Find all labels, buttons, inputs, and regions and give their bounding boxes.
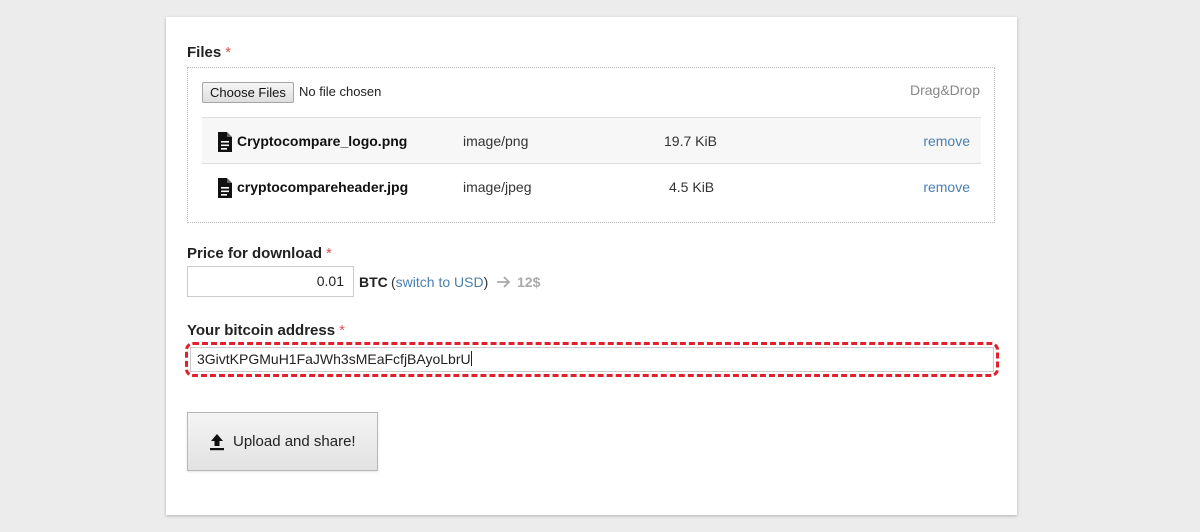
arrow-right-icon bbox=[497, 276, 511, 288]
price-input[interactable]: 0.01 bbox=[187, 266, 354, 297]
bitcoin-address-value: 3GivtKPGMuH1FaJWh3sMEaFcfjBAyoLbrU bbox=[197, 351, 471, 367]
switch-paren-close: ) bbox=[483, 274, 489, 290]
switch-to-usd-link[interactable]: switch to USD bbox=[396, 274, 484, 290]
file-type: image/jpeg bbox=[463, 179, 532, 195]
price-label: Price for download * bbox=[187, 245, 332, 262]
currency-label: BTC bbox=[359, 274, 388, 290]
address-label: Your bitcoin address * bbox=[187, 322, 345, 339]
address-label-text: Your bitcoin address bbox=[187, 322, 336, 339]
file-size: 19.7 KiB bbox=[664, 133, 717, 149]
file-icon bbox=[218, 132, 232, 152]
file-row: Cryptocompare_logo.png image/png 19.7 Ki… bbox=[202, 117, 981, 164]
upload-and-share-button[interactable]: Upload and share! bbox=[187, 412, 378, 471]
remove-file-link[interactable]: remove bbox=[923, 179, 970, 195]
choose-files-button[interactable]: Choose Files bbox=[202, 82, 294, 103]
file-name: Cryptocompare_logo.png bbox=[237, 133, 408, 149]
file-name: cryptocompareheader.jpg bbox=[237, 179, 409, 195]
price-value: 0.01 bbox=[316, 273, 344, 289]
required-mark: * bbox=[339, 322, 345, 339]
file-type: image/png bbox=[463, 133, 529, 149]
required-mark: * bbox=[225, 44, 232, 61]
drag-drop-hint: Drag&Drop bbox=[909, 82, 980, 98]
upload-icon bbox=[210, 434, 224, 451]
text-cursor bbox=[470, 351, 472, 366]
price-label-text: Price for download bbox=[187, 245, 323, 262]
address-highlight: 3GivtKPGMuH1FaJWh3sMEaFcfjBAyoLbrU bbox=[185, 342, 999, 377]
usd-converted-value: 12$ bbox=[517, 274, 541, 290]
required-mark: * bbox=[326, 245, 332, 262]
file-row: cryptocompareheader.jpg image/jpeg 4.5 K… bbox=[202, 164, 981, 211]
file-icon bbox=[218, 178, 232, 198]
no-file-chosen-text: No file chosen bbox=[299, 84, 382, 99]
remove-file-link[interactable]: remove bbox=[923, 133, 970, 149]
file-dropzone[interactable]: Choose Files No file chosen Drag&Drop Cr… bbox=[187, 67, 995, 223]
file-size: 4.5 KiB bbox=[669, 179, 715, 195]
upload-form-card: Files * Choose Files No file chosen Drag&… bbox=[166, 17, 1017, 515]
upload-button-label: Upload and share! bbox=[233, 433, 356, 450]
currency-switch: (switch to USD) bbox=[391, 274, 488, 290]
files-label: Files * bbox=[187, 44, 231, 61]
bitcoin-address-input[interactable]: 3GivtKPGMuH1FaJWh3sMEaFcfjBAyoLbrU bbox=[190, 347, 994, 372]
files-label-text: Files bbox=[187, 44, 222, 61]
